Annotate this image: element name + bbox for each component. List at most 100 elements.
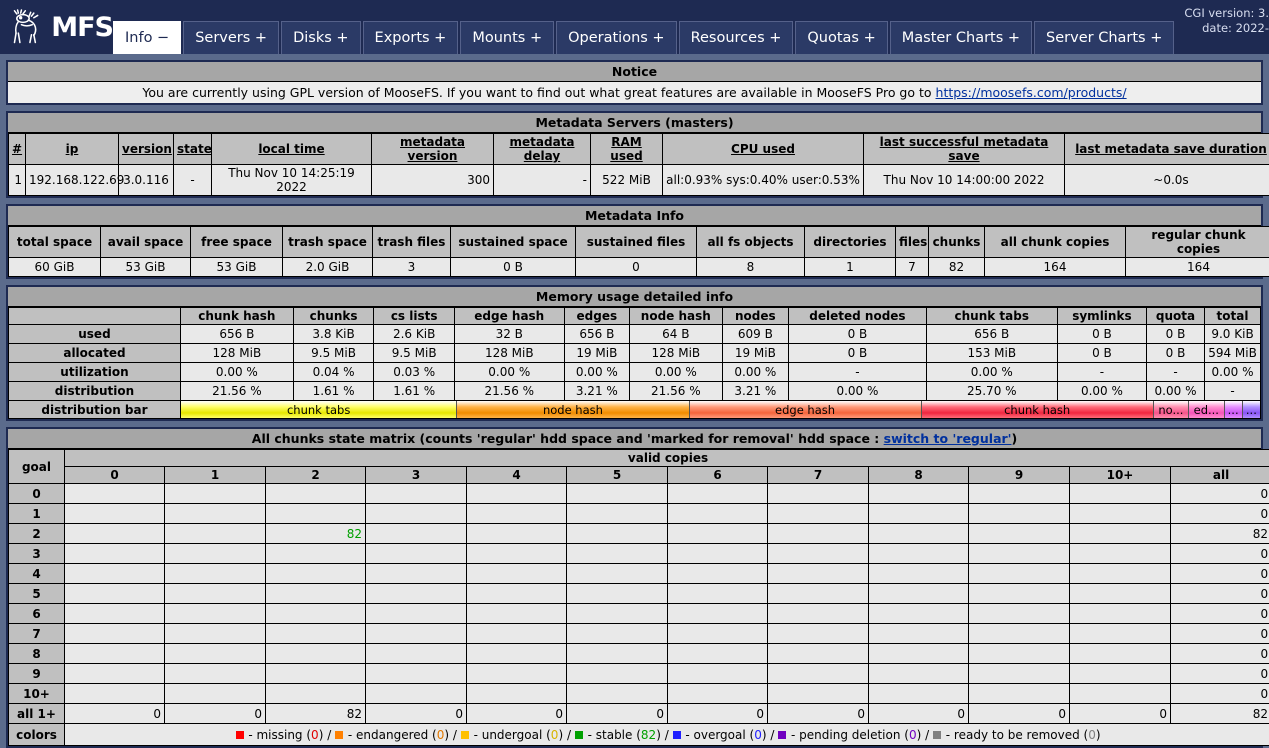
col-metadata-version[interactable]: metadata version <box>372 134 494 165</box>
matrix-cell <box>65 624 165 644</box>
matrix-cell <box>768 684 869 704</box>
legend-color-swatch <box>335 731 343 739</box>
matrix-cell <box>1070 504 1171 524</box>
tab-master-charts[interactable]: Master Charts + <box>890 21 1032 54</box>
matrix-cell <box>969 624 1070 644</box>
col-last-save[interactable]: last successful metadata save <box>864 134 1065 165</box>
tab-server-charts[interactable]: Server Charts + <box>1034 21 1174 54</box>
matrix-cell <box>366 544 467 564</box>
tab-servers[interactable]: Servers + <box>183 21 279 54</box>
matrix-cell: 82 <box>1171 704 1269 724</box>
col-regular-chunk-copies: regular chunk copies <box>1126 227 1269 258</box>
table-row-allocated: allocated 128 MiB 9.5 MiB 9.5 MiB 128 Mi… <box>9 344 1261 363</box>
switch-to-regular-link[interactable]: switch to 'regular' <box>884 431 1012 446</box>
cell-dist-nodes: 3.21 % <box>722 382 789 401</box>
matrix-goal-label: 4 <box>9 564 65 584</box>
matrix-cell <box>668 524 768 544</box>
col-metadata-delay[interactable]: metadata delay <box>494 134 591 165</box>
cell-used-total: 9.0 KiB <box>1205 325 1261 344</box>
cgi-version-info: CGI version: 3. date: 2022- <box>1157 6 1269 36</box>
matrix-cell <box>768 544 869 564</box>
matrix-cell: 0 <box>165 704 266 724</box>
col-cpu-used[interactable]: CPU used <box>663 134 864 165</box>
col-index[interactable]: # <box>9 134 26 165</box>
tab-disks[interactable]: Disks + <box>281 21 360 54</box>
matrix-row: 00 <box>9 484 1269 504</box>
distribution-segment: ... <box>1225 401 1243 418</box>
legend-label: - overgoal ( <box>682 728 755 742</box>
col-edge-hash: edge hash <box>454 308 564 325</box>
matrix-body: 0010282823040506070809010+0all 1+0082000… <box>9 484 1269 724</box>
legend-color-swatch <box>461 731 469 739</box>
matrix-cell <box>165 504 266 524</box>
col-ip[interactable]: ip <box>26 134 119 165</box>
legend-label: - endangered ( <box>344 728 437 742</box>
tab-resources[interactable]: Resources + <box>679 21 794 54</box>
matrix-cell <box>869 504 969 524</box>
tab-exports[interactable]: Exports + <box>363 21 459 54</box>
cell-dist-node-hash: 21.56 % <box>630 382 722 401</box>
col-nodes: nodes <box>722 308 789 325</box>
matrix-cell <box>467 564 567 584</box>
matrix-row: 70 <box>9 624 1269 644</box>
cell-sustained-space: 0 B <box>451 258 576 277</box>
tab-mounts[interactable]: Mounts + <box>460 21 554 54</box>
col-local-time[interactable]: local time <box>212 134 372 165</box>
matrix-cell <box>65 564 165 584</box>
col-state[interactable]: state <box>174 134 212 165</box>
cell-version: 3.0.116 <box>119 165 174 196</box>
legend-count: 0 <box>754 728 762 742</box>
col-chunks: chunks <box>293 308 374 325</box>
matrix-cell <box>165 524 266 544</box>
matrix-cell: 0 <box>65 704 165 724</box>
matrix-cell <box>869 564 969 584</box>
metadata-info-table: total space avail space free space trash… <box>8 226 1269 277</box>
legend-label: - pending deletion ( <box>787 728 909 742</box>
cell-used-chunk-tabs: 656 B <box>926 325 1057 344</box>
matrix-goal-label: 7 <box>9 624 65 644</box>
moose-icon <box>6 4 49 50</box>
cell-alloc-edge-hash: 128 MiB <box>454 344 564 363</box>
cell-used-edge-hash: 32 B <box>454 325 564 344</box>
cell-alloc-deleted-nodes: 0 B <box>789 344 927 363</box>
moosefs-products-link[interactable]: https://moosefs.com/products/ <box>936 85 1127 100</box>
tab-info[interactable]: Info − <box>113 21 181 54</box>
cell-dist-edge-hash: 21.56 % <box>454 382 564 401</box>
cell-dist-edges: 3.21 % <box>564 382 630 401</box>
matrix-col-3: 3 <box>366 467 467 484</box>
matrix-cell: 0 <box>1171 584 1269 604</box>
cell-metadata-version: 300 <box>372 165 494 196</box>
col-save-duration[interactable]: last metadata save duration <box>1065 134 1269 165</box>
col-ram-used[interactable]: RAM used <box>591 134 663 165</box>
distribution-segment: chunk hash <box>922 401 1154 418</box>
matrix-col-all: all <box>1171 467 1269 484</box>
legend-separator: / <box>449 728 461 742</box>
matrix-goal-label: 9 <box>9 664 65 684</box>
col-deleted-nodes: deleted nodes <box>789 308 927 325</box>
tab-operations[interactable]: Operations + <box>556 21 676 54</box>
matrix-cell: 0 <box>1171 684 1269 704</box>
matrix-cell <box>266 564 366 584</box>
col-total-space: total space <box>9 227 101 258</box>
matrix-col-6: 6 <box>668 467 768 484</box>
cell-util-symlinks: - <box>1057 363 1146 382</box>
matrix-cell: 0 <box>1171 504 1269 524</box>
mfs-logo[interactable]: MFS <box>0 0 113 54</box>
matrix-cell <box>467 504 567 524</box>
legend-separator: / <box>661 728 673 742</box>
tab-quotas[interactable]: Quotas + <box>795 21 887 54</box>
notice-body: You are currently using GPL version of M… <box>8 82 1261 103</box>
matrix-cell <box>969 484 1070 504</box>
cell-dist-symlinks: 0.00 % <box>1057 382 1146 401</box>
col-version[interactable]: version <box>119 134 174 165</box>
metadata-servers-panel: Metadata Servers (masters) # ip version … <box>6 111 1263 198</box>
matrix-cell <box>266 504 366 524</box>
cell-alloc-chunks: 9.5 MiB <box>293 344 374 363</box>
cell-alloc-chunk-hash: 128 MiB <box>180 344 293 363</box>
col-total: total <box>1205 308 1261 325</box>
matrix-cell <box>467 524 567 544</box>
cell-dist-chunks: 1.61 % <box>293 382 374 401</box>
cell-dist-quota: 0.00 % <box>1147 382 1205 401</box>
cell-cpu-used: all:0.93% sys:0.40% user:0.53% <box>663 165 864 196</box>
cell-util-quota: - <box>1147 363 1205 382</box>
